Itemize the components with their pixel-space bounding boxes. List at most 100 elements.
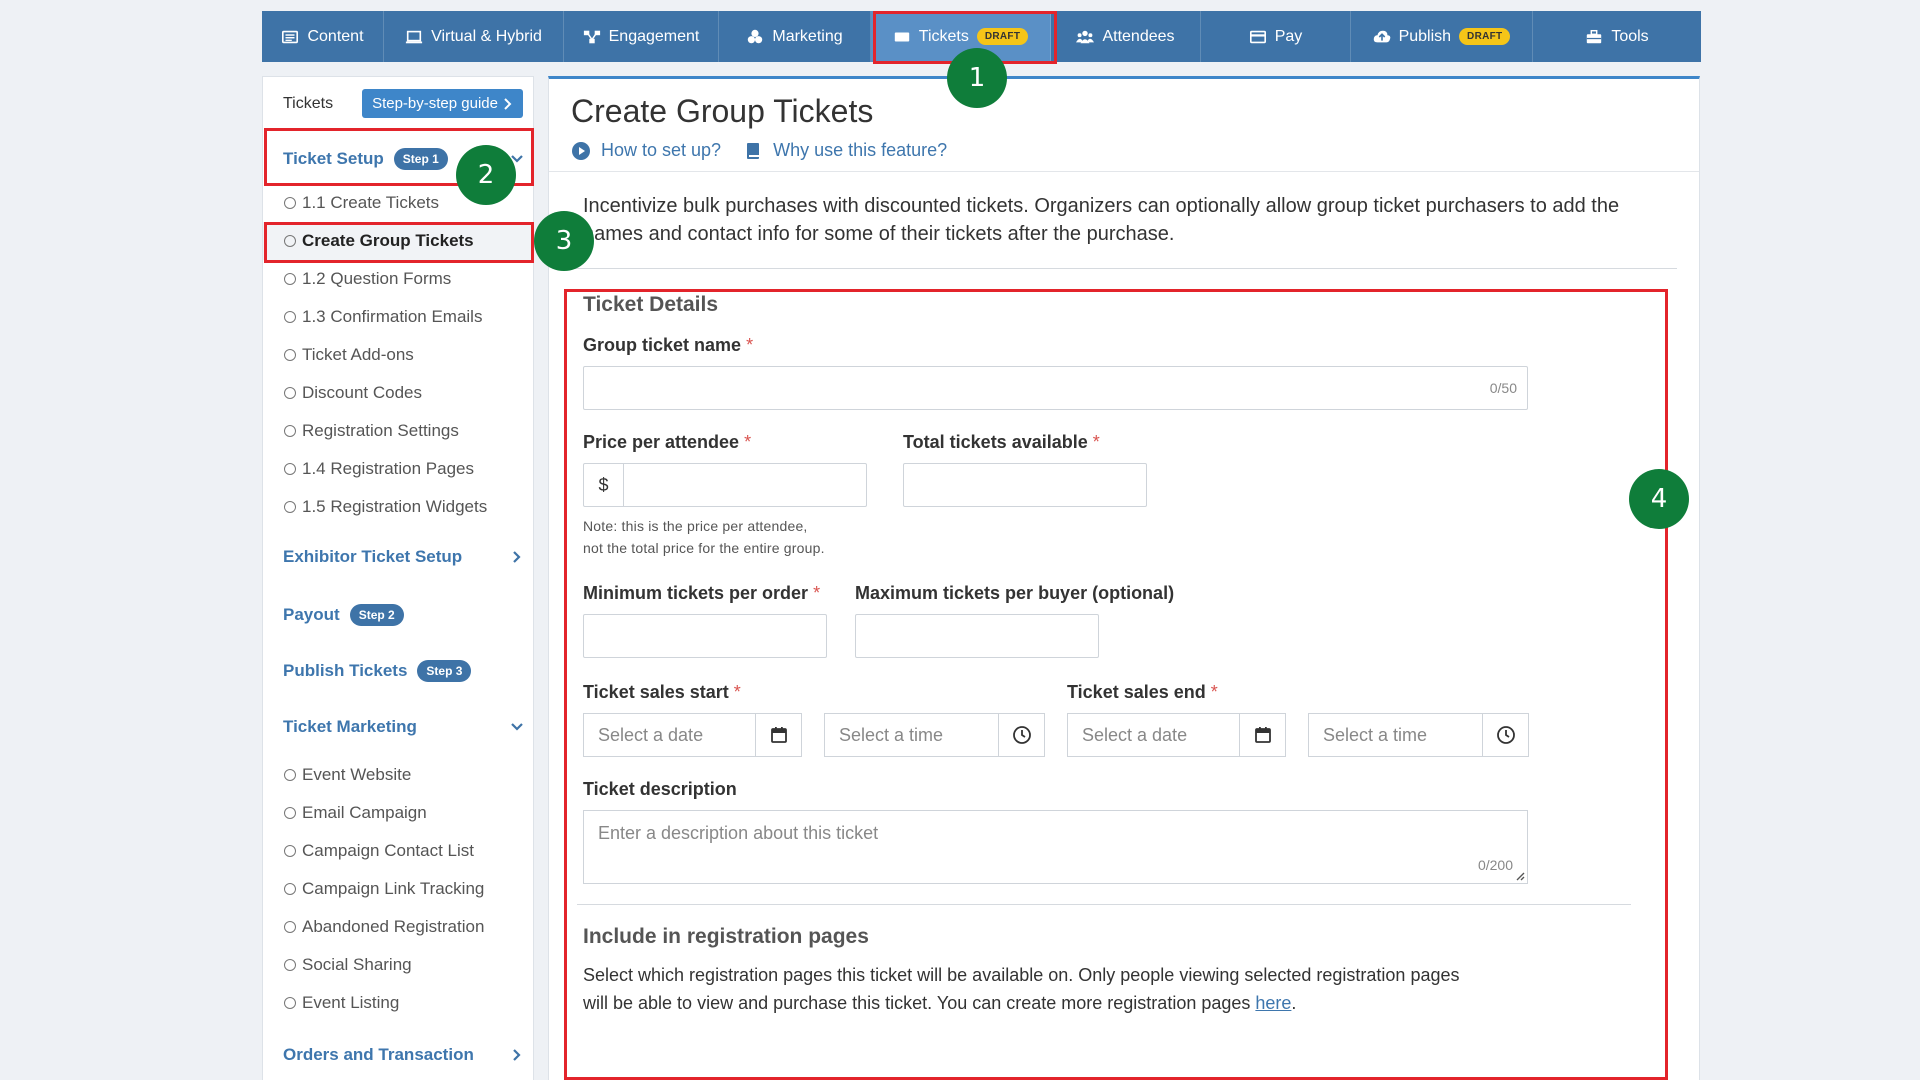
required-mark: *	[813, 583, 821, 603]
circle-icon	[284, 273, 296, 285]
sidebar-item-email-campaign[interactable]: Email Campaign	[263, 794, 533, 832]
label-text: Total tickets available	[903, 432, 1088, 452]
clock-icon[interactable]	[1496, 725, 1516, 745]
sidebar-item-campaign-contact-list[interactable]: Campaign Contact List	[263, 832, 533, 870]
time-placeholder: Select a time	[839, 724, 944, 745]
date-placeholder: Select a date	[598, 724, 704, 745]
step-by-step-guide-button[interactable]: Step-by-step guide	[362, 89, 523, 118]
circle-icon	[284, 235, 296, 247]
sidebar-item-campaign-link-tracking[interactable]: Campaign Link Tracking	[263, 870, 533, 908]
label-text: Group ticket name	[583, 335, 742, 355]
chevron-down-icon[interactable]	[509, 719, 525, 735]
sidebar-item-ticket-add-ons[interactable]: Ticket Add-ons	[263, 336, 533, 374]
sales-start-label: Ticket sales start *	[583, 682, 1047, 703]
price-label: Price per attendee *	[583, 432, 867, 453]
sidebar-item-create-group-tickets[interactable]: Create Group Tickets	[263, 222, 533, 260]
ticket-description-label: Ticket description	[583, 779, 737, 799]
ticket-description-textarea[interactable]: Enter a description about this ticket 0/…	[583, 810, 1528, 884]
sidebar-group-orders[interactable]: Orders and Transaction	[263, 1030, 533, 1080]
circle-icon	[284, 463, 296, 475]
total-tickets-input[interactable]	[903, 463, 1147, 507]
sidebar-item-label: 1.2 Question Forms	[302, 269, 452, 288]
marketing-icon	[748, 29, 763, 43]
sidebar-header: Tickets Step-by-step guide	[263, 77, 533, 130]
sidebar-item-label: Email Campaign	[302, 803, 427, 822]
required-mark: *	[744, 432, 752, 452]
sales-end-date-picker[interactable]: Select a date	[1067, 713, 1286, 757]
nav-engagement-label: Engagement	[608, 27, 700, 45]
sidebar-item-event-listing[interactable]: Event Listing	[263, 984, 533, 1022]
nav-publish[interactable]: Publish DRAFT	[1351, 11, 1533, 62]
circle-icon	[284, 311, 296, 323]
nav-pay[interactable]: Pay	[1201, 11, 1351, 62]
sidebar-item-registration-widgets[interactable]: 1.5 Registration Widgets	[263, 488, 533, 526]
calendar-icon[interactable]	[769, 725, 789, 745]
sidebar-item-confirmation-emails[interactable]: 1.3 Confirmation Emails	[263, 298, 533, 336]
intro-text: Incentivize bulk purchases with discount…	[583, 195, 1620, 245]
circle-icon	[284, 997, 296, 1009]
draft-badge: DRAFT	[976, 28, 1029, 45]
sales-start-date-picker[interactable]: Select a date	[583, 713, 802, 757]
main-panel: Create Group Tickets How to set up? Why …	[548, 76, 1700, 1080]
sidebar-item-abandoned-registration[interactable]: Abandoned Registration	[263, 908, 533, 946]
create-registration-pages-link[interactable]: here	[1255, 993, 1291, 1013]
sidebar-title: Tickets	[283, 94, 334, 112]
sidebar-group-payout[interactable]: Payout Step 2	[263, 590, 533, 640]
guide-button-label: Step-by-step guide	[372, 95, 498, 112]
price-per-attendee-input[interactable]: $	[583, 463, 867, 507]
sales-end-label: Ticket sales end *	[1067, 682, 1531, 703]
max-tickets-input[interactable]	[855, 614, 1099, 658]
step-badge: Step 1	[393, 148, 448, 170]
sidebar-item-event-website[interactable]: Event Website	[263, 756, 533, 794]
char-counter: 0/50	[1489, 380, 1517, 396]
circle-icon	[284, 807, 296, 819]
sidebar-item-label: Event Website	[302, 765, 412, 784]
note-line: Note: this is the price per attendee,	[583, 518, 808, 534]
nav-content-label: Content	[307, 27, 364, 45]
nav-pay-label: Pay	[1274, 27, 1303, 45]
nav-virtual-hybrid-label: Virtual & Hybrid	[431, 27, 542, 45]
sidebar-item-social-sharing[interactable]: Social Sharing	[263, 946, 533, 984]
required-mark: *	[1092, 432, 1100, 452]
sidebar-item-registration-pages[interactable]: 1.4 Registration Pages	[263, 450, 533, 488]
page-header: Create Group Tickets How to set up? Why …	[549, 79, 1699, 172]
sales-end-time-picker[interactable]: Select a time	[1308, 713, 1529, 757]
exhibitor-label: Exhibitor Ticket Setup	[283, 547, 463, 566]
sidebar-item-label: 1.5 Registration Widgets	[302, 497, 488, 516]
circle-icon	[284, 769, 296, 781]
nav-engagement[interactable]: Engagement	[564, 11, 719, 62]
date-placeholder: Select a date	[1082, 724, 1188, 745]
nav-marketing-label: Marketing	[772, 27, 843, 45]
sidebar-group-ticket-marketing[interactable]: Ticket Marketing	[263, 702, 533, 752]
ticket-marketing-label: Ticket Marketing	[283, 717, 417, 736]
step-marker-3: 3	[534, 211, 594, 271]
sidebar-item-label: 1.3 Confirmation Emails	[302, 307, 483, 326]
nav-attendees[interactable]: Attendees	[1051, 11, 1201, 62]
min-tickets-input[interactable]	[583, 614, 827, 658]
sidebar-item-label: 1.4 Registration Pages	[302, 459, 474, 478]
char-counter: 0/200	[1477, 857, 1513, 873]
nav-content[interactable]: Content	[262, 11, 384, 62]
how-to-set-up-link[interactable]: How to set up?	[571, 140, 721, 161]
draft-badge: DRAFT	[1459, 28, 1511, 45]
nav-tools-label: Tools	[1611, 27, 1649, 45]
chevron-right-icon	[504, 97, 512, 110]
nav-tools[interactable]: Tools	[1533, 11, 1701, 62]
group-ticket-name-input[interactable]: 0/50	[583, 366, 1528, 410]
card-icon	[1249, 30, 1266, 43]
calendar-icon[interactable]	[1253, 725, 1273, 745]
sidebar-item-discount-codes[interactable]: Discount Codes	[263, 374, 533, 412]
sidebar-item-label: Social Sharing	[302, 955, 412, 974]
sidebar-group-exhibitor[interactable]: Exhibitor Ticket Setup	[263, 532, 533, 582]
nav-virtual-hybrid[interactable]: Virtual & Hybrid	[384, 11, 564, 62]
resize-handle-icon[interactable]	[1513, 869, 1525, 881]
sidebar-item-registration-settings[interactable]: Registration Settings	[263, 412, 533, 450]
nav-marketing[interactable]: Marketing	[719, 11, 871, 62]
sidebar-item-question-forms[interactable]: 1.2 Question Forms	[263, 260, 533, 298]
sales-start-time-picker[interactable]: Select a time	[824, 713, 1045, 757]
why-use-feature-link[interactable]: Why use this feature?	[743, 140, 947, 161]
sidebar-group-publish-tickets[interactable]: Publish Tickets Step 3	[263, 646, 533, 696]
chevron-right-icon	[513, 551, 521, 563]
clock-icon[interactable]	[1012, 725, 1032, 745]
step-marker-4: 4	[1629, 469, 1689, 529]
